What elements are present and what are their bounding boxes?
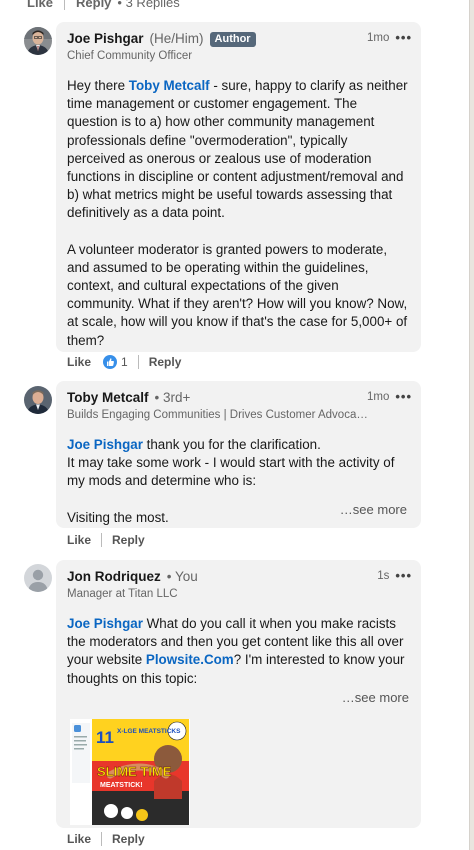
pronouns: (He/Him) — [149, 31, 204, 46]
previous-comment-actions: Like Reply • 3 Replies — [27, 0, 180, 10]
author-headline: Chief Community Officer — [67, 50, 193, 62]
divider — [101, 832, 103, 846]
author-name[interactable]: Jon Rodriquez — [67, 568, 161, 586]
reply-button[interactable]: Reply — [112, 832, 145, 846]
paragraph: A volunteer moderator is granted powers … — [67, 241, 408, 348]
timestamp: 1mo — [366, 31, 390, 44]
more-options-icon[interactable]: ••• — [395, 389, 412, 404]
timestamp: 1s — [377, 569, 390, 582]
text: - sure, happy to clarify as neither time… — [67, 78, 408, 221]
like-reaction-icon[interactable] — [103, 355, 118, 369]
like-button[interactable]: Like — [67, 832, 91, 846]
comment-actions: Like 1 Reply — [67, 355, 181, 369]
comment-meta: 1mo ••• — [367, 30, 412, 45]
comment-text: Joe Pishgar What do you call it when you… — [67, 615, 409, 688]
connection-degree: • You — [166, 569, 198, 584]
author-row: Jon Rodriquez • You — [67, 568, 409, 586]
text: Hey there — [67, 78, 129, 93]
divider — [64, 0, 66, 10]
attachment-subbanner: MEATSTICK! — [100, 782, 143, 789]
avatar[interactable] — [24, 386, 52, 414]
text: thank you for the clarification. — [142, 437, 321, 452]
see-more-link[interactable]: …see more — [340, 502, 407, 517]
comment-bubble: Joe Pishgar (He/Him) Author Chief Commun… — [56, 22, 421, 352]
author-name[interactable]: Toby Metcalf — [67, 389, 149, 407]
paragraph: Hey there Toby Metcalf - sure, happy to … — [67, 77, 409, 223]
comment-bubble: Jon Rodriquez • You Manager at Titan LLC… — [56, 560, 421, 828]
avatar[interactable] — [24, 564, 52, 592]
reply-button[interactable]: Reply — [149, 355, 182, 369]
reply-button[interactable]: Reply — [76, 0, 111, 10]
paragraph: Joe Pishgar What do you call it when you… — [67, 615, 409, 688]
like-button[interactable]: Like — [67, 533, 91, 547]
paragraph: It may take some work - I would start wi… — [67, 455, 395, 489]
timestamp: 1mo — [366, 390, 390, 403]
attachment-thumbnail: 11 X-LGE MEATSTICKS SLIME TIME MEATSTICK… — [70, 718, 190, 825]
paragraph: Joe Pishgar thank you for the clarificat… — [67, 436, 409, 454]
more-options-icon[interactable]: ••• — [395, 30, 412, 45]
connection-degree: • 3rd+ — [154, 390, 191, 405]
mention-link[interactable]: Joe Pishgar — [67, 437, 143, 452]
page-edge — [469, 0, 474, 850]
author-name[interactable]: Joe Pishgar — [67, 30, 144, 48]
see-more-link[interactable]: …see more — [67, 690, 409, 705]
author-row: Joe Pishgar (He/Him) Author — [67, 30, 409, 48]
mention-link[interactable]: Joe Pishgar — [67, 616, 143, 631]
comment-meta: 1s ••• — [377, 568, 412, 583]
attachment-title-text: X-LGE MEATSTICKS — [117, 728, 181, 735]
comment-bubble: Toby Metcalf • 3rd+ Builds Engaging Comm… — [56, 381, 421, 528]
divider — [101, 533, 103, 547]
author-headline: Builds Engaging Communities | Drives Cus… — [67, 409, 368, 421]
comment-actions: Like Reply — [67, 533, 145, 547]
website-link[interactable]: Plowsite.Com — [146, 652, 234, 667]
more-options-icon[interactable]: ••• — [395, 568, 412, 583]
attachment-title-number: 11 — [96, 728, 114, 747]
comment-actions: Like Reply — [67, 832, 145, 846]
mention-link[interactable]: Toby Metcalf — [129, 78, 210, 93]
like-button[interactable]: Like — [27, 0, 53, 10]
comment-meta: 1mo ••• — [367, 389, 412, 404]
reply-button[interactable]: Reply — [112, 533, 145, 547]
author-badge: Author — [209, 31, 256, 47]
replies-count[interactable]: • 3 Replies — [117, 0, 179, 10]
image-attachment[interactable]: 11 X-LGE MEATSTICKS SLIME TIME MEATSTICK… — [70, 718, 190, 825]
author-row: Toby Metcalf • 3rd+ — [67, 389, 409, 407]
attachment-banner: SLIME TIME — [97, 764, 172, 779]
divider — [137, 355, 139, 369]
comment-text: Hey there Toby Metcalf - sure, happy to … — [67, 77, 409, 350]
avatar[interactable] — [24, 27, 52, 55]
like-button[interactable]: Like — [67, 355, 91, 369]
author-headline: Manager at Titan LLC — [67, 588, 178, 600]
reaction-count[interactable]: 1 — [121, 355, 128, 369]
replies-label: 3 Replies — [125, 0, 180, 10]
